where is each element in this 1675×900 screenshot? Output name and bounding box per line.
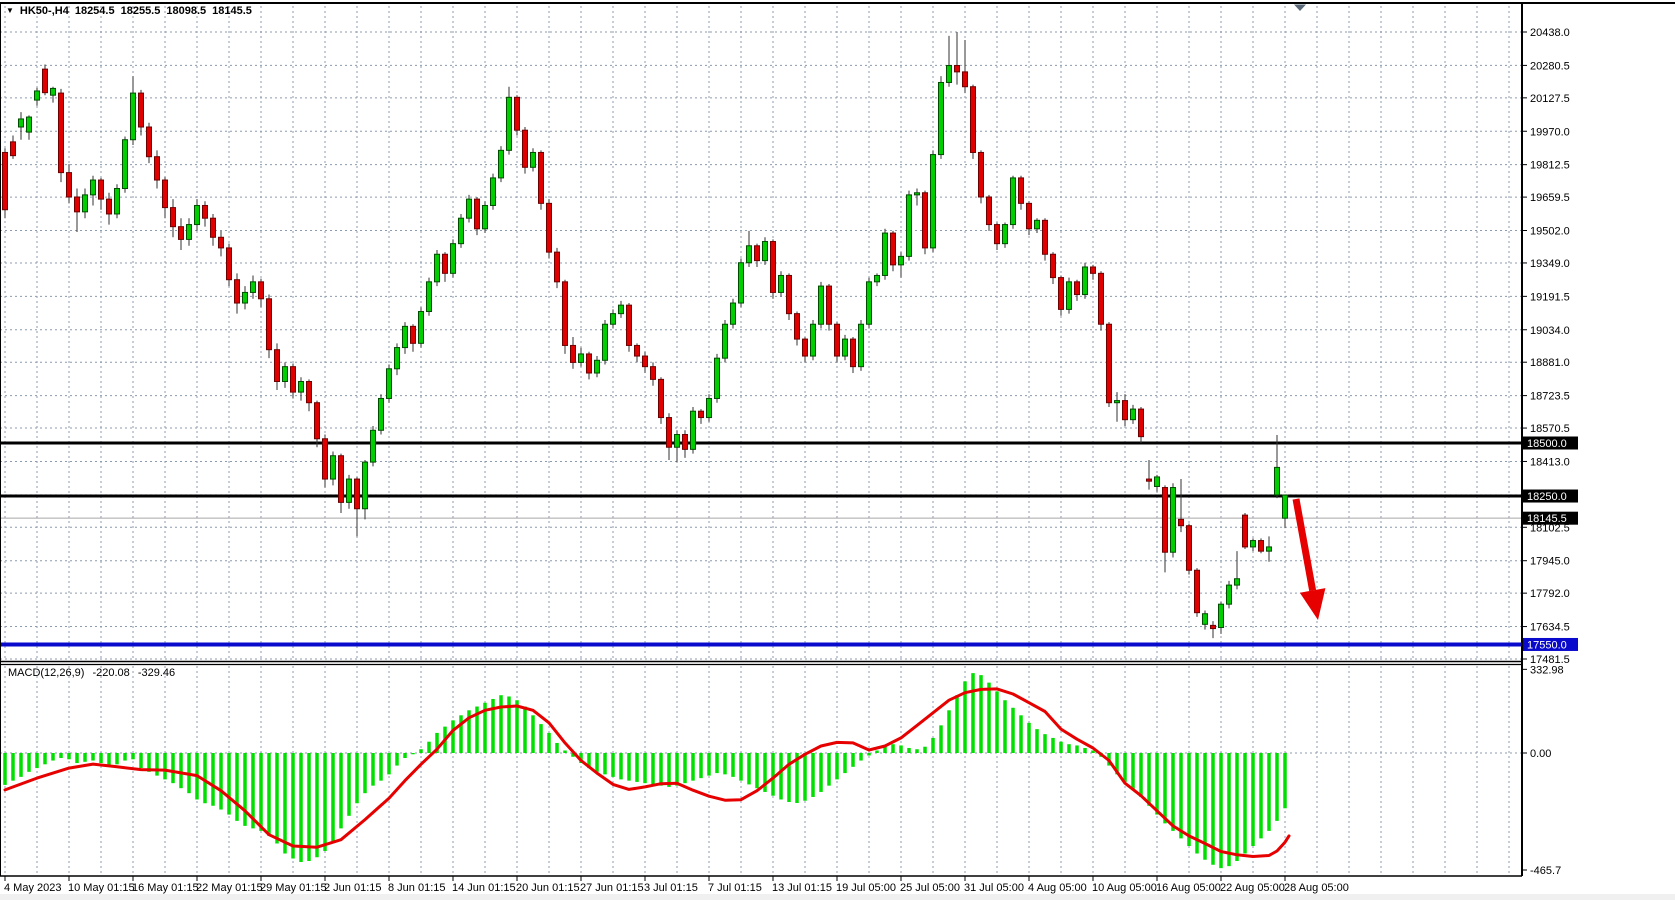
svg-text:18570.5: 18570.5 <box>1530 423 1570 435</box>
svg-text:25 Jul 05:00: 25 Jul 05:00 <box>900 882 960 894</box>
svg-text:16 Aug 05:00: 16 Aug 05:00 <box>1156 882 1221 894</box>
symbol-timeframe-label: HK50-,H4 <box>20 5 69 17</box>
svg-text:8 Jun 01:15: 8 Jun 01:15 <box>388 882 446 894</box>
svg-text:17945.0: 17945.0 <box>1530 556 1570 568</box>
svg-text:14 Jun 01:15: 14 Jun 01:15 <box>452 882 516 894</box>
svg-text:17550.0: 17550.0 <box>1527 639 1567 651</box>
svg-text:4 May 2023: 4 May 2023 <box>4 882 61 894</box>
svg-text:31 Jul 05:00: 31 Jul 05:00 <box>964 882 1024 894</box>
macd-name: MACD(12,26,9) <box>8 667 84 679</box>
svg-text:18413.0: 18413.0 <box>1530 456 1570 468</box>
svg-text:19 Jul 05:00: 19 Jul 05:00 <box>836 882 896 894</box>
svg-text:29 May 01:15: 29 May 01:15 <box>260 882 327 894</box>
svg-text:19812.5: 19812.5 <box>1530 160 1570 172</box>
macd-indicator-label: MACD(12,26,9) -220.08 -329.46 <box>8 667 180 679</box>
svg-text:18881.0: 18881.0 <box>1530 357 1570 369</box>
svg-text:18500.0: 18500.0 <box>1527 438 1567 450</box>
svg-text:10 May 01:15: 10 May 01:15 <box>68 882 135 894</box>
ohlc-open: 18254.5 <box>75 5 115 17</box>
svg-text:19349.0: 19349.0 <box>1530 258 1570 270</box>
svg-text:20438.0: 20438.0 <box>1530 27 1570 39</box>
svg-text:332.98: 332.98 <box>1530 664 1564 676</box>
ohlc-low: 18098.5 <box>166 5 206 17</box>
svg-text:0.00: 0.00 <box>1530 748 1551 760</box>
svg-text:7 Jul 01:15: 7 Jul 01:15 <box>708 882 762 894</box>
svg-text:4 Aug 05:00: 4 Aug 05:00 <box>1028 882 1087 894</box>
svg-text:19034.0: 19034.0 <box>1530 325 1570 337</box>
svg-text:2 Jun 01:15: 2 Jun 01:15 <box>324 882 382 894</box>
svg-text:18723.5: 18723.5 <box>1530 391 1570 403</box>
svg-text:18145.5: 18145.5 <box>1527 513 1567 525</box>
svg-text:22 May 01:15: 22 May 01:15 <box>196 882 263 894</box>
svg-text:20280.5: 20280.5 <box>1530 60 1570 72</box>
symbol-dropdown-icon[interactable]: ▼ <box>6 7 14 15</box>
price-badge-18500.0: 18500.0 <box>1523 437 1578 451</box>
ohlc-high: 18255.5 <box>121 5 161 17</box>
svg-text:17792.0: 17792.0 <box>1530 588 1570 600</box>
svg-text:10 Aug 05:00: 10 Aug 05:00 <box>1092 882 1157 894</box>
svg-text:18250.0: 18250.0 <box>1527 491 1567 503</box>
svg-text:20127.5: 20127.5 <box>1530 93 1570 105</box>
svg-text:-465.7: -465.7 <box>1530 865 1561 877</box>
macd-signal-value: -329.46 <box>138 667 175 679</box>
svg-text:28 Aug 05:00: 28 Aug 05:00 <box>1284 882 1349 894</box>
bottom-strip <box>0 894 1675 900</box>
svg-text:19191.5: 19191.5 <box>1530 291 1570 303</box>
svg-text:22 Aug 05:00: 22 Aug 05:00 <box>1220 882 1285 894</box>
svg-text:3 Jul 01:15: 3 Jul 01:15 <box>644 882 698 894</box>
svg-text:20 Jun 01:15: 20 Jun 01:15 <box>516 882 580 894</box>
current-price-badge: 18145.5 <box>1523 512 1578 526</box>
macd-value: -220.08 <box>92 667 129 679</box>
svg-text:17634.5: 17634.5 <box>1530 622 1570 634</box>
svg-text:27 Jun 01:15: 27 Jun 01:15 <box>580 882 644 894</box>
trading-terminal-window: 20438.0 20280.5 20127.5 19970.0 19812.5 19659… <box>0 0 1675 900</box>
price-badge-18250.0: 18250.0 <box>1523 490 1578 504</box>
svg-text:19502.0: 19502.0 <box>1530 226 1570 238</box>
svg-text:19659.5: 19659.5 <box>1530 192 1570 204</box>
svg-text:13 Jul 01:15: 13 Jul 01:15 <box>772 882 832 894</box>
svg-text:16 May 01:15: 16 May 01:15 <box>132 882 199 894</box>
chart-canvas[interactable]: 20438.0 20280.5 20127.5 19970.0 19812.5 19659… <box>0 0 1675 900</box>
ohlc-close: 18145.5 <box>212 5 252 17</box>
svg-text:19970.0: 19970.0 <box>1530 126 1570 138</box>
price-badge-17550.0: 17550.0 <box>1523 638 1578 652</box>
chart-legend: ▼ HK50-,H4 18254.5 18255.5 18098.5 18145… <box>6 5 252 17</box>
